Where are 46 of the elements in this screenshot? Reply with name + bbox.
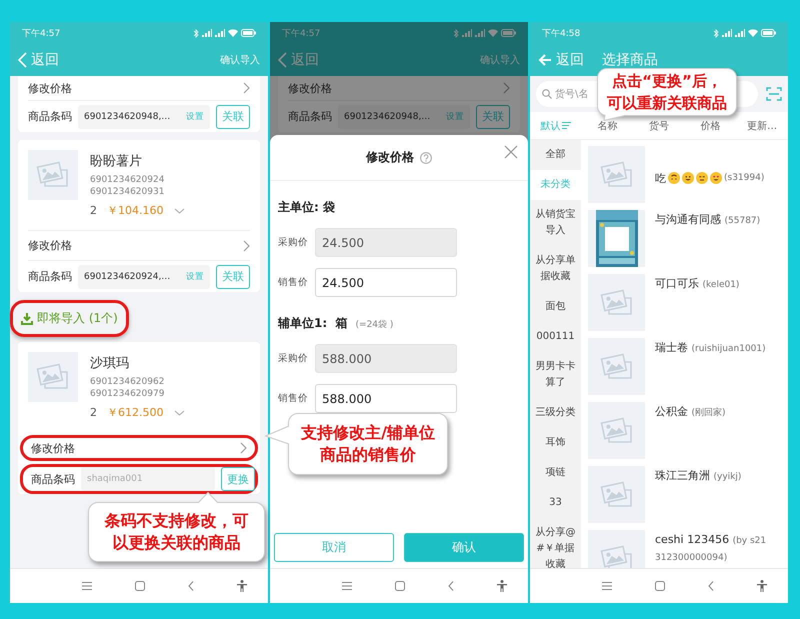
barcode-value: 6901234620948,… — [84, 112, 172, 122]
heading-text: 即将导入 (1个) — [37, 310, 118, 327]
barcode-placeholder: shaqima001 — [87, 474, 144, 484]
product-price: ￥612.500 — [107, 405, 164, 420]
product-barcode: 6901234620979 — [90, 388, 166, 400]
field-label: 销售价 — [278, 392, 308, 405]
callout-tooltip: 条码不支持修改，可以更换关联的商品 — [88, 502, 265, 562]
row-label: 修改价格 — [288, 80, 332, 96]
row-label: 商品条码 — [288, 109, 332, 124]
product-name: 珠江三角洲 (yyikj) — [655, 468, 742, 484]
product-name: 公积金 (刚回家) — [655, 404, 727, 420]
row-label: 商品条码 — [28, 109, 72, 124]
field-label: 采购价 — [278, 352, 308, 365]
unit-note: (=24袋 ) — [356, 318, 394, 331]
product-price: ￥104.160 — [107, 203, 164, 218]
product-name: 吃 — [655, 170, 666, 186]
product-code: (s31994) — [724, 172, 764, 185]
product-barcode: 6901234620924 — [90, 174, 166, 186]
unit-title: 辅单位1: 箱 — [278, 315, 348, 332]
product-name: 与沟通有同感 (55787) — [655, 212, 762, 228]
product-name: 沙琪玛 — [90, 355, 130, 372]
product-name: 可口可乐 (kele01) — [655, 276, 740, 292]
unit-title: 主单位: 袋 — [278, 199, 335, 216]
callout-tooltip: 支持修改主/辅单位商品的销售价 — [288, 413, 448, 475]
row-label: 修改价格 — [28, 238, 72, 253]
product-barcode: 6901234620962 — [90, 376, 166, 388]
row-label: 修改价格 — [31, 440, 75, 456]
barcode-value: 6901234620924,… — [84, 272, 172, 282]
callout-tooltip: 点击“更换”后，可以重新关联商品 — [597, 68, 737, 116]
field-label: 采购价 — [278, 236, 308, 249]
row-label: 商品条码 — [31, 472, 75, 486]
row-label: 商品条码 — [28, 269, 72, 284]
product-barcode: 6901234620931 — [90, 186, 166, 198]
product-name: 瑞士卷 (ruishijuan1001) — [655, 340, 767, 356]
barcode-value: 6901234620948,… — [344, 112, 432, 122]
page-title: 选择商品 — [602, 51, 658, 69]
product-quantity: 2 — [90, 204, 97, 217]
sheet-title: 修改价格 — [366, 149, 414, 166]
product-name: ceshi 123456 (by s21312300000094) — [655, 532, 767, 565]
row-label: 修改价格 — [28, 80, 72, 96]
status-time: 下午4:58 — [542, 28, 580, 40]
status-time: 下午4:57 — [282, 28, 320, 40]
product-name: 盼盼薯片 — [90, 153, 143, 170]
status-time: 下午4:57 — [22, 28, 60, 40]
product-quantity: 2 — [90, 406, 97, 419]
field-label: 销售价 — [278, 276, 308, 289]
